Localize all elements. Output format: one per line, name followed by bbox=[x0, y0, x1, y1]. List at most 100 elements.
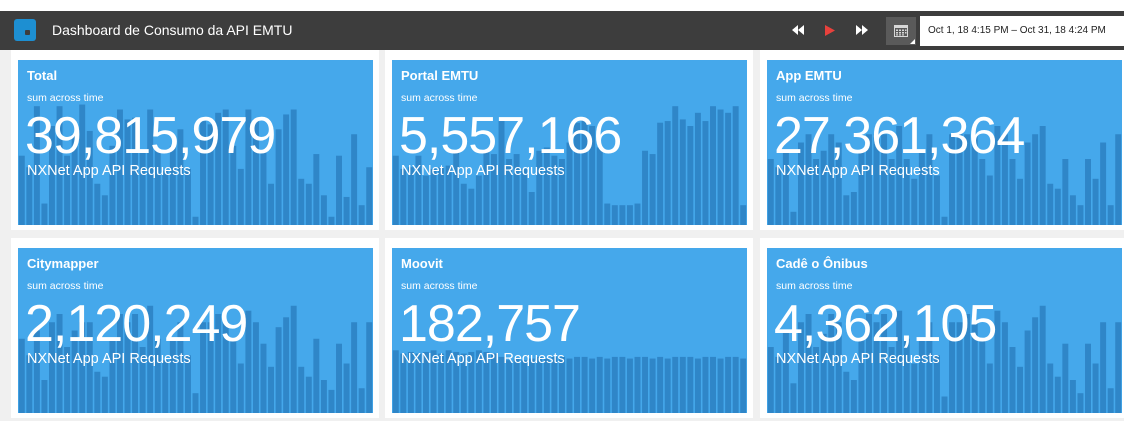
sparkline-bar bbox=[1115, 134, 1122, 225]
tile-subtitle: sum across time bbox=[776, 92, 853, 104]
tile-unit: NXNet App API Requests bbox=[401, 163, 565, 179]
tile-moovit[interactable]: Moovit sum across time 182,757 NXNet App… bbox=[392, 248, 747, 413]
sparkline-bar bbox=[574, 356, 581, 413]
tile-subtitle: sum across time bbox=[401, 280, 478, 292]
sparkline-bar bbox=[657, 122, 664, 225]
sparkline-bar bbox=[694, 358, 701, 413]
tile-total[interactable]: Total sum across time 39,815,979 NXNet A… bbox=[18, 60, 373, 225]
tile-unit: NXNet App API Requests bbox=[27, 351, 191, 367]
sparkline-bar bbox=[237, 363, 244, 413]
sparkline-bar bbox=[41, 380, 48, 413]
sparkline-bar bbox=[626, 358, 633, 413]
tile-name: Moovit bbox=[401, 256, 443, 271]
tile-cade-o-onibus[interactable]: Cadê o Ônibus sum across time 4,362,105 … bbox=[767, 248, 1122, 413]
sparkline-bar bbox=[313, 338, 320, 413]
tile-name: Total bbox=[27, 68, 58, 83]
tile-value: 5,557,166 bbox=[399, 107, 622, 165]
sparkline-bar bbox=[1092, 178, 1099, 225]
date-range-field[interactable]: Oct 1, 18 4:15 PM – Oct 31, 18 4:24 PM bbox=[920, 16, 1124, 46]
tile-portal-emtu[interactable]: Portal EMTU sum across time 5,557,166 NX… bbox=[392, 60, 747, 225]
rewind-icon[interactable] bbox=[787, 20, 809, 40]
window-top-strip bbox=[0, 0, 1124, 11]
sparkline-bar bbox=[649, 358, 656, 413]
sparkline-bar bbox=[1009, 159, 1016, 225]
sparkline-bar bbox=[664, 121, 671, 225]
sparkline-bar bbox=[619, 356, 626, 413]
sparkline-bar bbox=[192, 393, 199, 413]
sparkline-bar bbox=[358, 388, 365, 413]
sparkline-bar bbox=[1001, 322, 1008, 413]
sparkline-bar bbox=[619, 205, 626, 225]
tile-panel-moovit: Moovit sum across time 182,757 NXNet App… bbox=[385, 238, 753, 418]
sparkline-bar bbox=[343, 196, 350, 225]
sparkline-bar bbox=[1039, 305, 1046, 413]
sparkline-bar bbox=[843, 371, 850, 413]
sparkline-bar bbox=[710, 106, 716, 225]
sparkline-bar bbox=[657, 356, 664, 413]
tile-subtitle: sum across time bbox=[27, 280, 104, 292]
play-icon[interactable] bbox=[819, 20, 841, 40]
sparkline-bar bbox=[679, 119, 686, 225]
tile-citymapper[interactable]: Citymapper sum across time 2,120,249 NXN… bbox=[18, 248, 373, 413]
sparkline-bar bbox=[1062, 159, 1069, 225]
logo-icon[interactable] bbox=[14, 19, 36, 41]
sparkline-bar bbox=[986, 175, 993, 225]
sparkline-bar bbox=[1054, 376, 1061, 413]
sparkline-bar bbox=[694, 112, 701, 225]
sparkline-bar bbox=[611, 356, 618, 413]
dropdown-corner-icon bbox=[910, 39, 915, 44]
sparkline-bar bbox=[1077, 393, 1084, 413]
sparkline-bar bbox=[94, 183, 101, 225]
sparkline-bar bbox=[283, 317, 290, 413]
sparkline-bar bbox=[642, 356, 649, 413]
dashboard-header: Dashboard de Consumo da API EMTU Oct 1, … bbox=[0, 11, 1124, 50]
sparkline-bar bbox=[767, 159, 774, 225]
sparkline-bar bbox=[320, 195, 327, 225]
sparkline-bar bbox=[717, 109, 724, 225]
sparkline-bar bbox=[328, 389, 335, 413]
sparkline-bar bbox=[351, 134, 358, 225]
sparkline-bar bbox=[252, 322, 259, 413]
sparkline-bar bbox=[649, 154, 656, 225]
sparkline-bar bbox=[1024, 330, 1031, 413]
sparkline-bar bbox=[290, 305, 297, 413]
sparkline-bar bbox=[101, 376, 108, 413]
calendar-button[interactable] bbox=[886, 17, 916, 45]
sparkline-bar bbox=[634, 203, 641, 225]
tile-app-emtu[interactable]: App EMTU sum across time 27,361,364 NXNe… bbox=[767, 60, 1122, 225]
sparkline-bar bbox=[767, 347, 774, 413]
sparkline-bar bbox=[392, 155, 399, 225]
sparkline-bar bbox=[358, 205, 365, 225]
tile-panel-app-emtu: App EMTU sum across time 27,361,364 NXNe… bbox=[760, 50, 1124, 230]
sparkline-bar bbox=[366, 322, 373, 413]
sparkline-bar bbox=[1054, 188, 1061, 225]
sparkline-bar bbox=[1062, 343, 1069, 413]
sparkline-bar bbox=[1017, 178, 1024, 225]
sparkline-bar bbox=[740, 358, 747, 413]
sparkline-bar bbox=[468, 188, 475, 225]
sparkline-bar bbox=[192, 216, 199, 225]
sparkline-bar bbox=[790, 211, 797, 225]
sparkline-bar bbox=[290, 109, 297, 225]
fast-forward-icon[interactable] bbox=[851, 20, 873, 40]
sparkline-bar bbox=[911, 178, 918, 225]
sparkline-bar bbox=[687, 126, 694, 225]
sparkline-bar bbox=[41, 203, 48, 225]
tile-panel-citymapper: Citymapper sum across time 2,120,249 NXN… bbox=[11, 238, 379, 418]
sparkline-bar bbox=[589, 358, 596, 413]
sparkline-bar bbox=[604, 358, 611, 413]
sparkline-bar bbox=[1085, 343, 1091, 413]
sparkline-bar bbox=[642, 150, 649, 225]
sparkline-bar bbox=[18, 338, 25, 413]
sparkline-bar bbox=[521, 360, 528, 413]
sparkline-bar bbox=[1107, 205, 1114, 225]
sparkline-bar bbox=[336, 155, 342, 225]
sparkline-bar bbox=[528, 192, 535, 225]
tile-value: 182,757 bbox=[399, 295, 581, 353]
sparkline-bar bbox=[162, 360, 169, 413]
sparkline-bar bbox=[1024, 142, 1031, 225]
sparkline-bar bbox=[1100, 322, 1107, 413]
tile-panel-total: Total sum across time 39,815,979 NXNet A… bbox=[11, 50, 379, 230]
sparkline-bar bbox=[18, 155, 25, 225]
sparkline-bar bbox=[717, 358, 724, 413]
